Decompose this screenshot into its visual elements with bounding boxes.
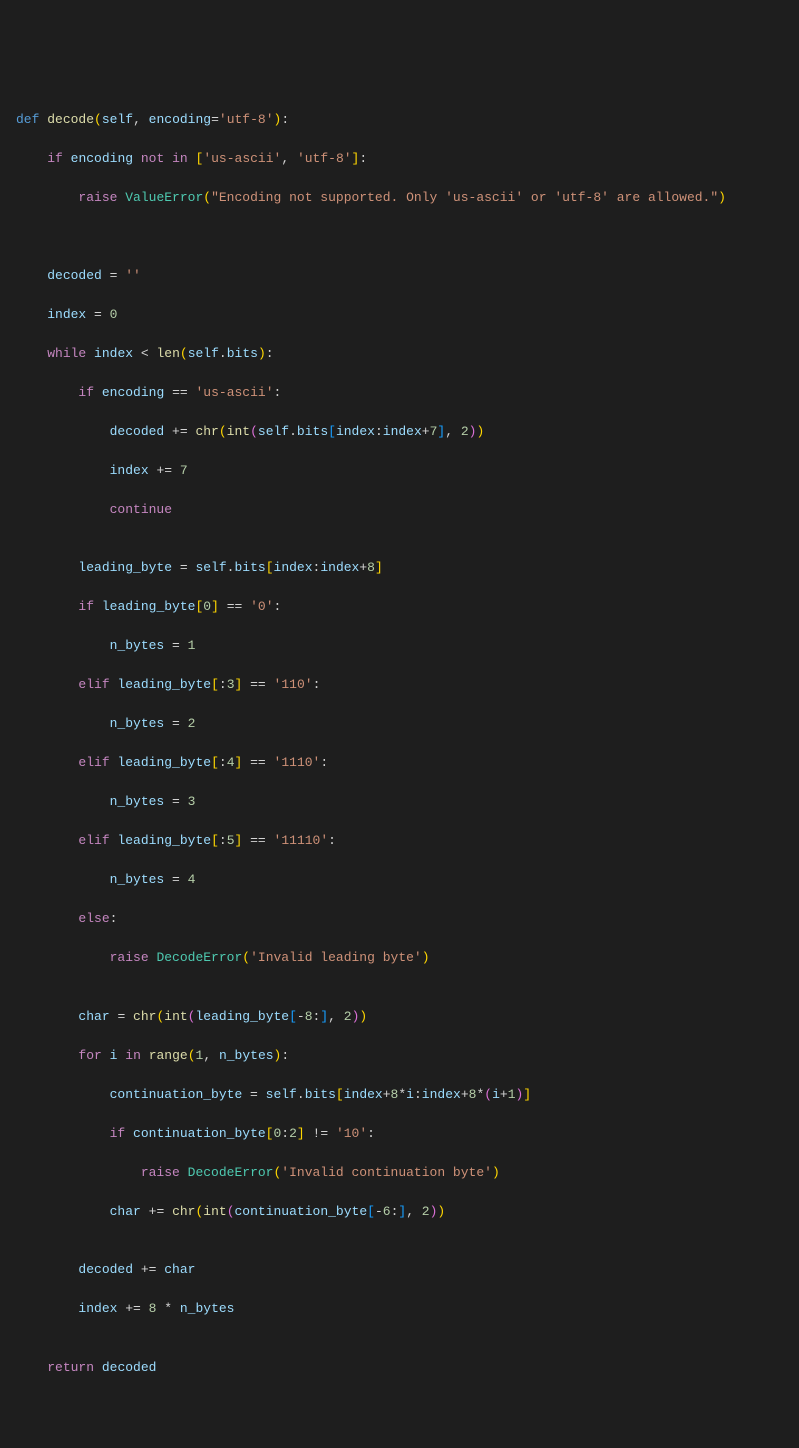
code-line: if leading_byte[0] == '0': xyxy=(16,597,783,617)
code-line: continue xyxy=(16,500,783,520)
code-line: def decode(self, encoding='utf-8'): xyxy=(16,110,783,130)
code-line: n_bytes = 4 xyxy=(16,870,783,890)
code-line: n_bytes = 3 xyxy=(16,792,783,812)
code-line: decoded += char xyxy=(16,1260,783,1280)
code-line: raise DecodeError('Invalid continuation … xyxy=(16,1163,783,1183)
code-line: for i in range(1, n_bytes): xyxy=(16,1046,783,1066)
code-line: char = chr(int(leading_byte[-8:], 2)) xyxy=(16,1007,783,1027)
code-line: decoded += chr(int(self.bits[index:index… xyxy=(16,422,783,442)
code-line: if encoding == 'us-ascii': xyxy=(16,383,783,403)
code-block: def decode(self, encoding='utf-8'): if e… xyxy=(16,110,783,1378)
code-line: while index < len(self.bits): xyxy=(16,344,783,364)
code-line: char += chr(int(continuation_byte[-6:], … xyxy=(16,1202,783,1222)
code-line: leading_byte = self.bits[index:index+8] xyxy=(16,558,783,578)
code-line: raise ValueError("Encoding not supported… xyxy=(16,188,783,208)
code-line: if continuation_byte[0:2] != '10': xyxy=(16,1124,783,1144)
code-line: continuation_byte = self.bits[index+8*i:… xyxy=(16,1085,783,1105)
code-line: else: xyxy=(16,909,783,929)
code-line: elif leading_byte[:3] == '110': xyxy=(16,675,783,695)
code-line: index += 8 * n_bytes xyxy=(16,1299,783,1319)
code-line: decoded = '' xyxy=(16,266,783,286)
code-line: raise DecodeError('Invalid leading byte'… xyxy=(16,948,783,968)
code-line: return decoded xyxy=(16,1358,783,1378)
code-line: elif leading_byte[:4] == '1110': xyxy=(16,753,783,773)
code-line: index += 7 xyxy=(16,461,783,481)
code-line: elif leading_byte[:5] == '11110': xyxy=(16,831,783,851)
code-line: if encoding not in ['us-ascii', 'utf-8']… xyxy=(16,149,783,169)
code-line: index = 0 xyxy=(16,305,783,325)
code-line: n_bytes = 1 xyxy=(16,636,783,656)
